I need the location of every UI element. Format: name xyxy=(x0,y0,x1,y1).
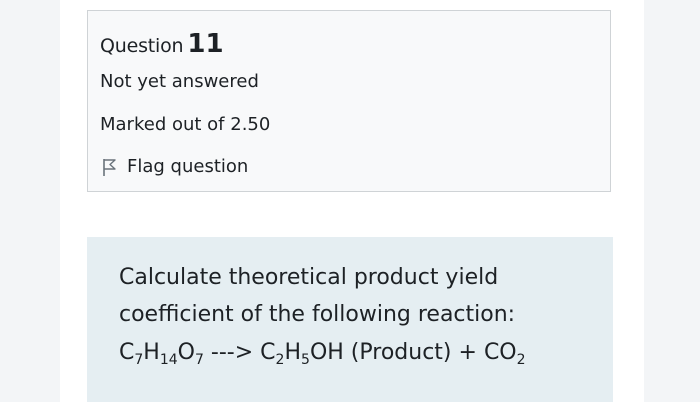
question-status: Not yet answered xyxy=(100,71,259,92)
formula-subscript: 7 xyxy=(195,352,204,368)
reaction-equation: C7H14O7 ---> C2H5OH (Product) + CO2 xyxy=(119,340,526,368)
formula-element: CO xyxy=(483,340,517,365)
flag-outline-icon xyxy=(100,157,120,177)
question-text: Calculate theoretical product yield coef… xyxy=(119,265,516,327)
question-info-card: Question 11 Not yet answered Marked out o… xyxy=(87,10,611,192)
formula-element: C xyxy=(119,340,135,365)
formula-element: OH xyxy=(309,340,344,365)
right-gutter xyxy=(644,0,700,402)
flag-question-label: Flag question xyxy=(127,156,249,177)
reactant-formula: C7H14O7 xyxy=(119,340,204,368)
reaction-arrow: ---> xyxy=(210,340,254,365)
formula-subscript: 5 xyxy=(301,352,310,368)
question-number: 11 xyxy=(187,29,224,59)
formula-subscript: 7 xyxy=(134,352,144,368)
formula-element: C xyxy=(260,340,276,365)
product-formula: C2H5OH xyxy=(260,340,344,368)
formula-subscript: 14 xyxy=(159,352,178,368)
byproduct-formula: CO2 xyxy=(483,340,526,368)
question-content-card: Calculate theoretical product yield coef… xyxy=(87,237,613,402)
question-marks: Marked out of 2.50 xyxy=(100,114,271,135)
question-title: Question 11 xyxy=(100,29,224,59)
plus-sign: + xyxy=(458,340,477,365)
formula-subscript: 2 xyxy=(516,352,526,368)
left-gutter xyxy=(0,0,60,402)
formula-element: H xyxy=(143,340,160,365)
flag-question-button[interactable]: Flag question xyxy=(100,156,248,177)
formula-element: O xyxy=(177,340,195,365)
formula-element: H xyxy=(284,340,302,365)
product-note: (Product) xyxy=(350,340,452,365)
question-label: Question xyxy=(100,35,184,57)
